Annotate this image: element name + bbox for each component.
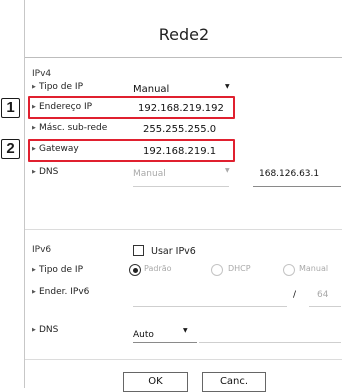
ipv6-address-field	[133, 284, 287, 307]
use-ipv6-label: Usar IPv6	[151, 246, 196, 257]
ipv6-dns-dropdown[interactable]: Auto ▼	[133, 322, 197, 343]
ok-button[interactable]: OK	[123, 372, 188, 392]
bullet-icon: ▶	[32, 267, 36, 273]
ipv4-dns-label: ▶ DNS	[32, 167, 59, 177]
ipv4-dns-value: 168.126.63.1	[259, 169, 320, 179]
dns-underline	[253, 186, 341, 187]
ipv4-subnet-mask-label: ▶ Másc. sub-rede	[32, 123, 108, 133]
footer-divider	[25, 359, 342, 360]
chevron-down-icon: ▼	[225, 167, 230, 174]
ipv6-type-radio-dhcp[interactable]: DHCP	[211, 263, 271, 277]
ipv4-subnet-mask-value: 255.255.255.0	[143, 124, 217, 135]
ipv4-dns-mode-value: Manual	[133, 169, 166, 179]
chevron-down-icon: ▼	[225, 83, 230, 90]
radio-button	[283, 264, 295, 276]
ipv4-subnet-mask-field[interactable]: 255.255.255.0	[133, 121, 225, 137]
bullet-icon: ▶	[32, 84, 36, 90]
ipv6-type-radio-manual[interactable]: Manual	[283, 263, 341, 277]
bullet-icon: ▶	[32, 125, 36, 131]
prefix-separator: /	[293, 290, 297, 300]
ipv4-dns-mode-dropdown: Manual ▼	[133, 165, 230, 187]
dialog-title: Rede2	[158, 25, 210, 44]
radio-label-dhcp: DHCP	[228, 264, 251, 273]
ipv6-section-label: IPv6	[32, 245, 52, 255]
ipv6-prefix-value: 64	[317, 290, 329, 300]
callout-badge-2: 2	[1, 139, 20, 159]
use-ipv6-checkbox[interactable]	[133, 245, 144, 256]
network-settings-dialog: Rede2 IPv4 ▶ Tipo de IP Manual ▼ ▶ Endereç…	[24, 0, 342, 392]
ipv6-dns-label: ▶ DNS	[32, 325, 59, 335]
section-divider	[25, 229, 342, 230]
cancel-button[interactable]: Canc.	[202, 372, 266, 392]
ipv6-ip-type-label: ▶ Tipo de IP	[32, 265, 83, 275]
ipv4-dns-field[interactable]: 168.126.63.1	[253, 165, 341, 187]
ipv4-section-label: IPv4	[32, 69, 52, 79]
dropdown-underline	[133, 186, 229, 187]
ipv6-dns-value: Auto	[133, 330, 154, 340]
ipv6-dns-field-underline	[199, 342, 341, 343]
bullet-icon: ▶	[32, 327, 36, 333]
radio-label-padrao: Padrão	[144, 264, 172, 273]
ipv6-prefix-underline	[309, 306, 341, 307]
ipv4-ip-type-value: Manual	[133, 84, 170, 95]
bullet-icon: ▶	[32, 169, 36, 175]
radio-label-manual: Manual	[299, 264, 329, 273]
chevron-down-icon: ▼	[183, 327, 188, 334]
ipv4-ip-type-label: ▶ Tipo de IP	[32, 82, 83, 92]
title-divider	[25, 57, 342, 58]
radio-button	[211, 264, 223, 276]
ipv6-type-radio-padrao[interactable]: Padrão	[129, 263, 189, 277]
ipv6-address-label: ▶ Ender. IPv6	[32, 287, 90, 297]
callout-badge-1: 1	[1, 98, 20, 118]
ipv6-prefix-field: 64	[309, 284, 341, 307]
highlight-box-gateway	[28, 139, 235, 162]
bullet-icon: ▶	[32, 289, 36, 295]
radio-button	[129, 264, 141, 276]
highlight-box-ip-address	[28, 96, 235, 119]
ipv6-address-underline	[133, 306, 287, 307]
dropdown-underline	[133, 342, 197, 343]
